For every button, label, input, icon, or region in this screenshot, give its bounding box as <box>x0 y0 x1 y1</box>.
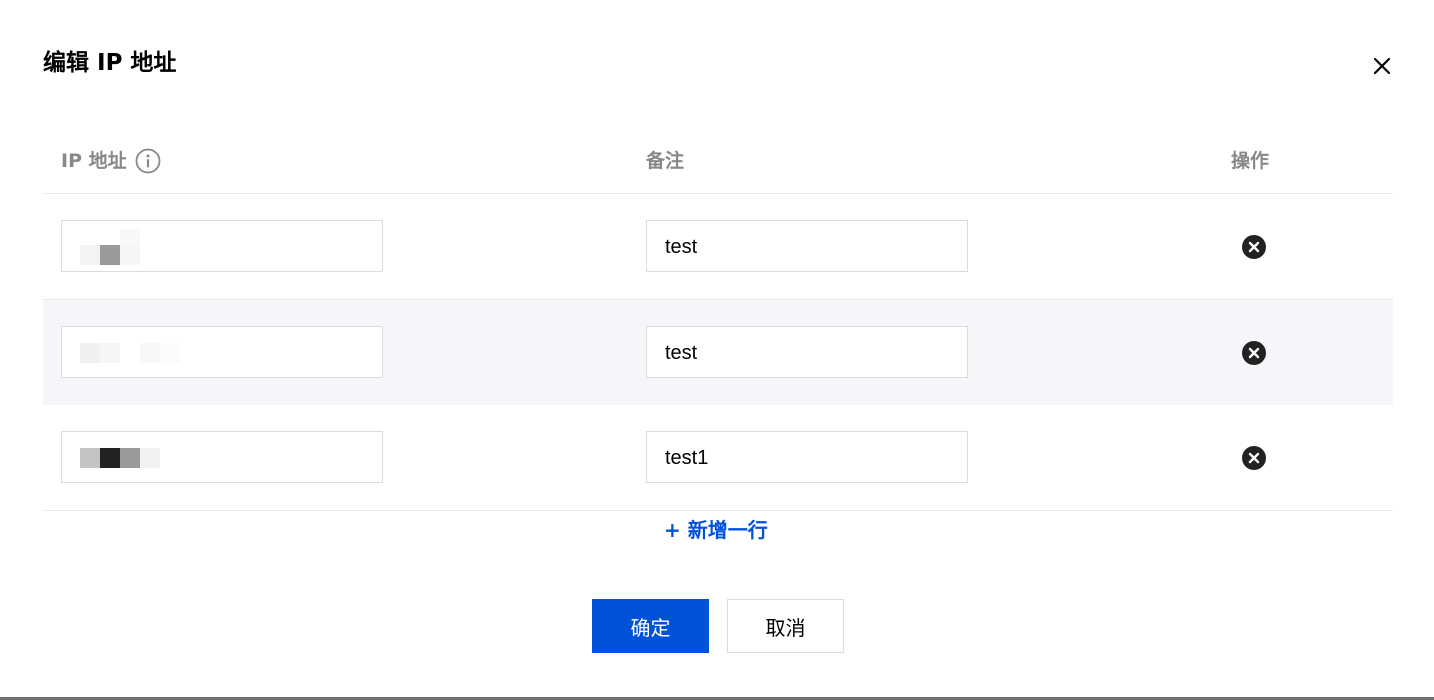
masked-ip-value <box>80 448 180 468</box>
edit-ip-dialog: 编辑 IP 地址 IP 地址 备注 操作 test test test1 + 新… <box>0 0 1434 700</box>
ip-input[interactable] <box>61 431 383 483</box>
note-value: test <box>665 236 698 258</box>
note-value: test <box>665 342 698 364</box>
table-row: test1 <box>43 405 1393 511</box>
ip-input[interactable] <box>61 220 383 272</box>
table-row: test <box>43 194 1393 300</box>
table-header: IP 地址 备注 操作 <box>43 128 1393 194</box>
ip-input[interactable] <box>61 326 383 378</box>
column-header-operation: 操作 <box>1231 150 1270 172</box>
note-input[interactable]: test <box>646 326 968 378</box>
note-input[interactable]: test1 <box>646 431 968 483</box>
close-icon[interactable] <box>1370 54 1394 78</box>
confirm-button[interactable]: 确定 <box>592 599 709 653</box>
note-input[interactable]: test <box>646 220 968 272</box>
close-circle-icon[interactable] <box>1242 446 1266 470</box>
info-icon[interactable] <box>135 148 161 174</box>
note-value: test1 <box>665 447 709 469</box>
cancel-button[interactable]: 取消 <box>727 599 844 653</box>
column-header-ip: IP 地址 <box>61 147 161 175</box>
close-circle-icon[interactable] <box>1242 341 1266 365</box>
column-header-ip-label: IP 地址 <box>61 150 127 172</box>
column-header-note: 备注 <box>646 150 685 172</box>
close-circle-icon[interactable] <box>1242 235 1266 259</box>
add-row-link[interactable]: + 新增一行 <box>664 515 768 545</box>
dialog-title: 编辑 IP 地址 <box>43 50 177 76</box>
masked-ip-value <box>80 229 160 265</box>
table-row: test <box>43 300 1393 406</box>
masked-ip-value <box>80 343 200 363</box>
